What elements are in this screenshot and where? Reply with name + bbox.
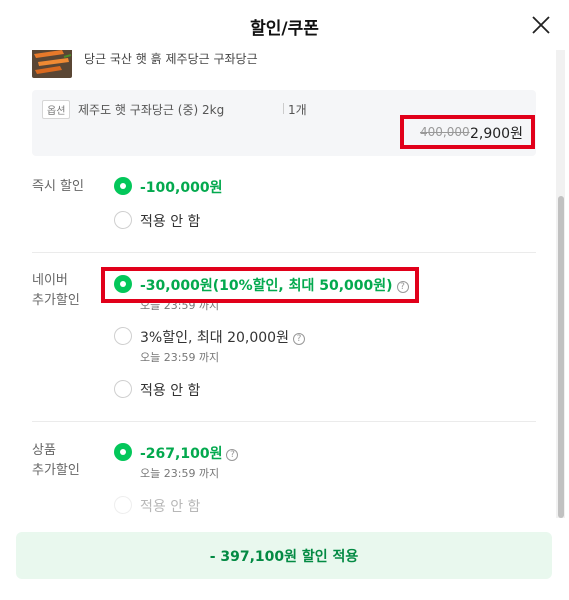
bottom-bar: - 397,100원 할인 적용 xyxy=(0,518,569,600)
radio-unselected-icon[interactable] xyxy=(114,211,132,229)
original-price: 400,000 xyxy=(420,125,470,139)
help-icon[interactable]: ? xyxy=(292,333,305,345)
product-discount-label-line1: 상품 xyxy=(32,443,56,458)
product-name: 당근 국산 햇 흙 제주당근 구좌당근 xyxy=(84,52,258,66)
product-option-1-text: -267,100원 xyxy=(140,446,223,462)
naver-option-highlight-box xyxy=(101,267,419,303)
product-option-none[interactable]: 적용 안 함 xyxy=(114,494,534,516)
scrollbar-thumb[interactable] xyxy=(558,196,564,518)
radio-unselected-icon[interactable] xyxy=(114,327,132,345)
product-discount-label-line2: 추가할인 xyxy=(32,463,80,478)
radio-selected-icon[interactable] xyxy=(114,443,132,461)
instant-discount-label: 즉시 할인 xyxy=(32,179,84,194)
option-badge: 옵션 xyxy=(42,100,71,119)
naver-discount-label-line2: 추가할인 xyxy=(32,293,80,308)
naver-option-none-text: 적용 안 함 xyxy=(140,383,201,399)
section-divider xyxy=(32,252,536,253)
apply-discount-button[interactable]: - 397,100원 할인 적용 xyxy=(16,532,552,579)
section-divider xyxy=(32,421,536,422)
discount-scroll-area[interactable]: 당근 국산 햇 흙 제주당근 구좌당근 옵션 제주도 햇 구좌당근 (중) 2k… xyxy=(0,44,569,518)
product-option-1-deadline: 오늘 23:59 까지 xyxy=(140,467,220,480)
close-icon[interactable] xyxy=(531,15,551,35)
radio-unselected-icon[interactable] xyxy=(114,496,132,514)
modal-header: 할인/쿠폰 xyxy=(0,0,569,50)
product-option-1[interactable]: -267,100원? xyxy=(114,441,534,463)
radio-selected-icon[interactable] xyxy=(114,177,132,195)
radio-unselected-icon[interactable] xyxy=(114,380,132,398)
instant-option-1[interactable]: -100,000원 xyxy=(114,175,534,197)
instant-option-none-text: 적용 안 함 xyxy=(140,214,201,230)
instant-option-none[interactable]: 적용 안 함 xyxy=(114,209,534,231)
option-text: 제주도 햇 구좌당근 (중) 2kg xyxy=(78,103,225,117)
product-option-none-text: 적용 안 함 xyxy=(140,499,201,515)
naver-discount-label-line1: 네이버 xyxy=(32,273,68,288)
naver-option-2-deadline: 오늘 23:59 까지 xyxy=(140,351,220,364)
option-separator xyxy=(283,103,284,114)
naver-option-2[interactable]: 3%할인, 최대 20,000원? xyxy=(114,325,534,347)
modal-title: 할인/쿠폰 xyxy=(250,19,319,39)
naver-option-2-text: 3%할인, 최대 20,000원 xyxy=(140,330,289,346)
price-highlight-box: 400,000 2,900원 xyxy=(400,115,535,149)
option-quantity: 1개 xyxy=(288,103,307,117)
help-icon[interactable]: ? xyxy=(226,449,239,461)
final-price: 2,900원 xyxy=(470,126,523,142)
naver-option-none[interactable]: 적용 안 함 xyxy=(114,378,534,400)
instant-option-1-text: -100,000원 xyxy=(140,180,223,196)
